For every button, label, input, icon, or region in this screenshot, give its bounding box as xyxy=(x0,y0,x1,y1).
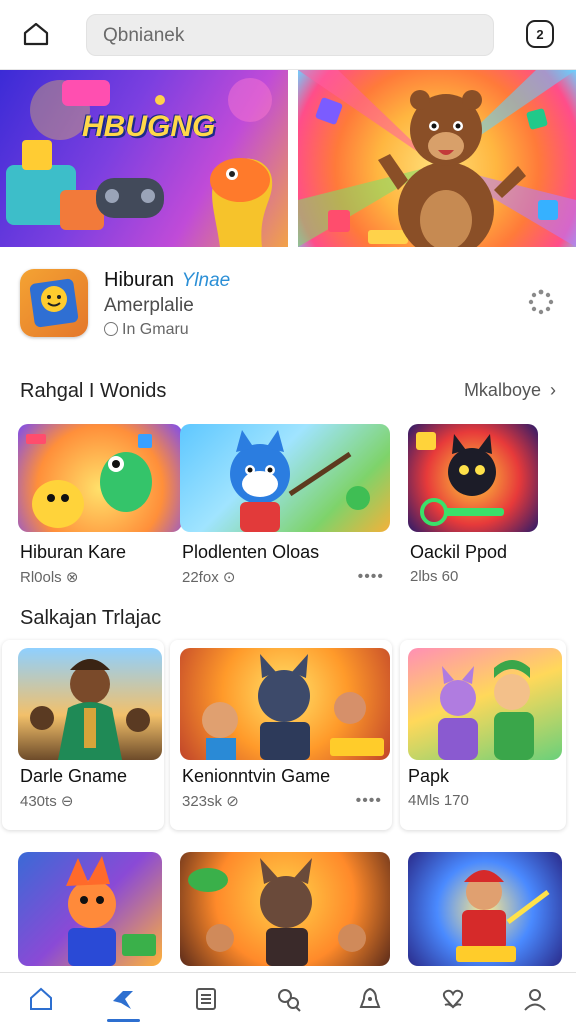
game-meta-text: 323sk xyxy=(182,793,223,810)
game-meta-text: 22fox xyxy=(182,569,219,586)
nav-home[interactable] xyxy=(0,973,82,1024)
game-card[interactable] xyxy=(408,852,562,966)
banner-right[interactable] xyxy=(298,70,576,247)
game-thumbnail xyxy=(18,424,182,532)
game-thumbnail xyxy=(180,852,390,966)
game-title: Papk xyxy=(408,766,450,786)
game-title: Plodlenten Oloas xyxy=(182,542,320,562)
game-title: Oackil Ppod xyxy=(410,542,508,562)
app-meta: In Gmaru xyxy=(104,321,189,339)
see-more-label: Mkalboye xyxy=(463,380,541,400)
heart-hand-icon xyxy=(442,989,463,1009)
bottom-navigation xyxy=(0,972,576,1024)
search-bar[interactable] xyxy=(86,14,494,56)
rating-icon: ⊙ xyxy=(222,569,236,586)
game-thumbnail xyxy=(18,648,162,760)
rating-icon: ⊗ xyxy=(65,569,79,586)
bell-icon xyxy=(359,987,381,1008)
list-icon xyxy=(195,987,216,1010)
nav-favorites[interactable] xyxy=(411,973,493,1024)
rating-icon: ⊖ xyxy=(60,793,74,810)
app-name: Hiburan Ylnae xyxy=(104,269,230,292)
game-meta: 4Mls 170 xyxy=(408,792,469,809)
more-options-icon[interactable]: •••• xyxy=(358,568,384,586)
app-tag: Ylnae xyxy=(181,270,231,291)
featured-app-card[interactable]: Hiburan Ylnae Amerplalie In Gmaru xyxy=(0,247,576,367)
banner-right-art xyxy=(298,70,576,247)
banner-title: HBUGNG xyxy=(82,110,216,143)
loading-spinner-icon[interactable] xyxy=(528,289,554,315)
top-bar: 2 xyxy=(0,0,576,70)
banner-left[interactable]: HBUGNG xyxy=(0,70,288,247)
game-thumbnail xyxy=(180,648,390,760)
game-title: Hiburan Kare xyxy=(20,542,127,562)
home-icon xyxy=(30,987,53,1010)
more-options-icon[interactable]: •••• xyxy=(356,792,382,810)
game-thumbnail xyxy=(408,424,538,532)
app-icon xyxy=(20,269,88,337)
game-thumbnail xyxy=(18,852,162,966)
game-meta: 22fox ⊙ xyxy=(182,568,235,586)
section-title-2: Salkajan Trlajac xyxy=(20,607,162,629)
nav-notifications[interactable] xyxy=(329,973,411,1024)
app-name-text: Hiburan xyxy=(104,269,175,291)
game-meta: 2lbs 60 xyxy=(410,568,459,585)
rating-icon: ⊘ xyxy=(226,793,239,810)
game-thumbnail xyxy=(408,648,562,760)
app-subtitle: Amerplalie xyxy=(104,295,194,316)
notification-badge-button[interactable]: 2 xyxy=(526,20,554,48)
section-title-1: Rahgal I Wonids xyxy=(20,380,167,402)
game-meta-text: Rl0ols xyxy=(20,569,62,586)
home-icon xyxy=(23,22,49,46)
game-card[interactable]: Papk 4Mls 170 xyxy=(400,640,566,830)
game-meta-text: 430ts xyxy=(20,793,57,810)
game-title: Darle Gname xyxy=(20,766,128,786)
app-meta-text: In Gmaru xyxy=(122,321,189,338)
game-card[interactable] xyxy=(180,852,390,966)
game-meta: 323sk ⊘ xyxy=(182,792,239,810)
game-card[interactable] xyxy=(18,852,162,966)
see-more-link[interactable]: Mkalboye › xyxy=(464,380,556,401)
game-thumbnail xyxy=(408,852,562,966)
nav-list[interactable] xyxy=(165,973,247,1024)
badge-count: 2 xyxy=(536,26,544,42)
game-card[interactable]: Kenionntvin Game 323sk ⊘ •••• xyxy=(170,640,392,830)
game-meta: 430ts ⊖ xyxy=(20,792,73,810)
search-people-icon xyxy=(277,988,301,1012)
chevron-right-icon: › xyxy=(550,380,556,400)
nav-search-people[interactable] xyxy=(247,973,329,1024)
nav-games[interactable] xyxy=(82,973,164,1024)
profile-icon xyxy=(524,988,546,1011)
game-title: Kenionntvin Game xyxy=(182,766,331,786)
home-button[interactable] xyxy=(18,16,54,52)
search-input[interactable] xyxy=(103,23,473,49)
location-icon xyxy=(104,322,118,336)
nav-profile[interactable] xyxy=(494,973,576,1024)
games-icon xyxy=(113,990,134,1009)
banner-left-art xyxy=(6,78,273,247)
game-card[interactable]: Darle Gname 430ts ⊖ xyxy=(2,640,164,830)
game-thumbnail xyxy=(180,424,390,532)
game-meta: Rl0ols ⊗ xyxy=(20,568,78,586)
